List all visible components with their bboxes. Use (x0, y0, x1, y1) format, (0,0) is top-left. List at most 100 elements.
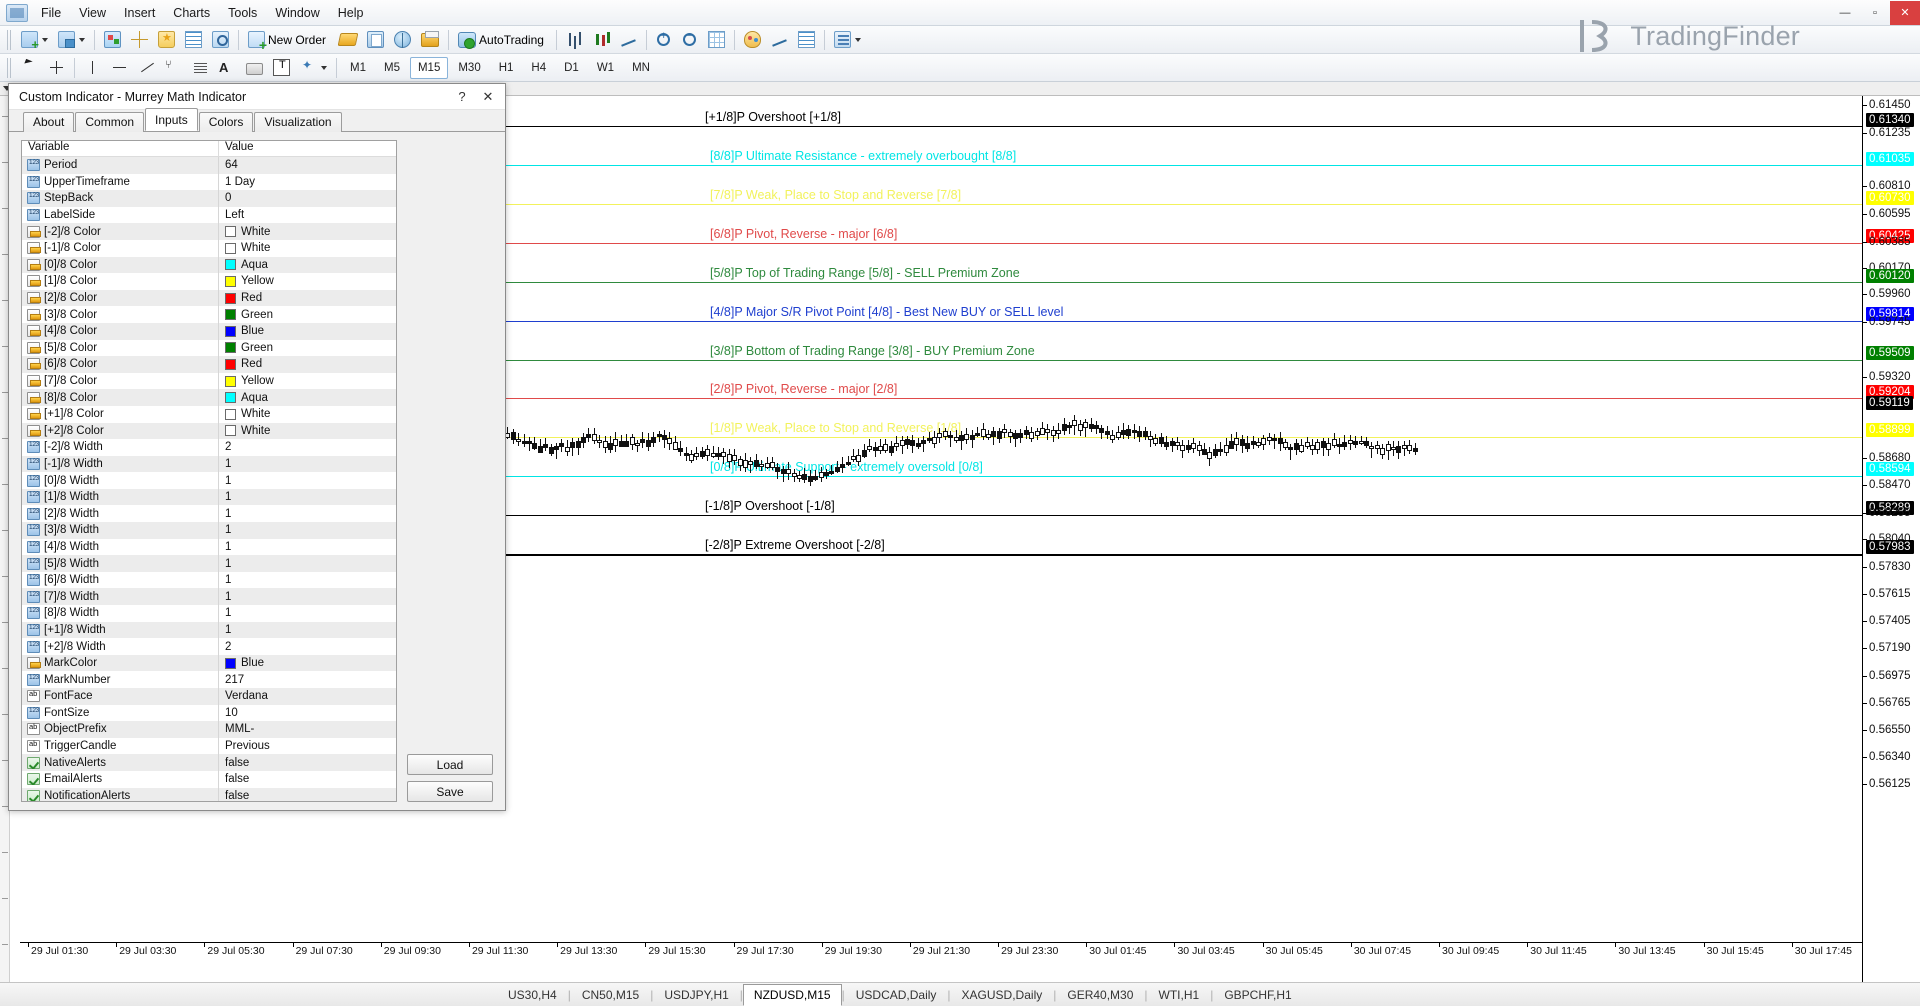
param-value-cell[interactable]: Yellow (218, 273, 396, 290)
input-row[interactable]: FontFaceVerdana (22, 688, 396, 705)
param-value-cell[interactable]: 1 (218, 605, 396, 622)
param-value-cell[interactable]: 1 (218, 472, 396, 489)
dialog-close-button[interactable]: ✕ (475, 86, 501, 108)
timeframe-d1[interactable]: D1 (556, 57, 587, 79)
new-chart-button[interactable] (17, 28, 52, 52)
param-value-cell[interactable]: Yellow (218, 373, 396, 390)
input-row[interactable]: [+1]/8 Width1 (22, 622, 396, 639)
timeframe-m5[interactable]: M5 (376, 57, 408, 79)
tab-visualization[interactable]: Visualization (254, 112, 341, 132)
indicators-button[interactable] (100, 28, 125, 52)
param-value-cell[interactable]: White (218, 240, 396, 257)
chart-shift-button[interactable] (767, 28, 792, 52)
param-value-cell[interactable]: White (218, 223, 396, 240)
input-row[interactable]: TriggerCandlePrevious (22, 738, 396, 755)
timeframe-m30[interactable]: M30 (450, 57, 488, 79)
channel-button[interactable] (188, 56, 213, 80)
param-value-cell[interactable]: White (218, 423, 396, 440)
input-row[interactable]: NativeAlertsfalse (22, 754, 396, 771)
input-row[interactable]: [-1]/8 ColorWhite (22, 240, 396, 257)
menu-tools[interactable]: Tools (219, 2, 266, 24)
param-value-cell[interactable]: 1 (218, 456, 396, 473)
param-value-cell[interactable]: Previous (218, 738, 396, 755)
param-value-cell[interactable]: 1 (218, 555, 396, 572)
time-scale[interactable]: 29 Jul 01:3029 Jul 03:3029 Jul 05:3029 J… (20, 942, 1862, 958)
param-value-cell[interactable]: 1 (218, 505, 396, 522)
param-value-cell[interactable]: 2 (218, 638, 396, 655)
price-scale[interactable]: 0.616460.614500.613400.612350.610350.608… (1862, 96, 1920, 982)
maximize-button[interactable]: ▫ (1860, 1, 1890, 25)
param-value-cell[interactable]: 1 Day (218, 174, 396, 191)
menu-charts[interactable]: Charts (164, 2, 219, 24)
auto-scroll-button[interactable] (794, 28, 819, 52)
load-button[interactable]: Load (407, 754, 493, 775)
grid-button[interactable] (704, 28, 729, 52)
new-order-button[interactable]: New Order (244, 28, 333, 52)
input-row[interactable]: [4]/8 Width1 (22, 539, 396, 556)
input-row[interactable]: [+1]/8 ColorWhite (22, 406, 396, 423)
input-row[interactable]: NotificationAlertsfalse (22, 788, 396, 802)
input-row[interactable]: EmailAlertsfalse (22, 771, 396, 788)
print-button[interactable] (417, 28, 443, 52)
input-row[interactable]: [-2]/8 ColorWhite (22, 223, 396, 240)
input-row[interactable]: [1]/8 ColorYellow (22, 273, 396, 290)
param-value-cell[interactable]: Red (218, 290, 396, 307)
horizontal-line-button[interactable] (107, 56, 132, 80)
input-row[interactable]: [5]/8 ColorGreen (22, 340, 396, 357)
timeframe-w1[interactable]: W1 (589, 57, 622, 79)
candlestick-chart-button[interactable] (589, 28, 614, 52)
param-value-cell[interactable]: 1 (218, 489, 396, 506)
input-row[interactable]: [8]/8 ColorAqua (22, 389, 396, 406)
dialog-title-bar[interactable]: Custom Indicator - Murrey Math Indicator… (9, 84, 505, 110)
param-value-cell[interactable]: 217 (218, 671, 396, 688)
input-row[interactable]: Period64 (22, 157, 396, 174)
timeframe-mn[interactable]: MN (624, 57, 658, 79)
input-row[interactable]: [1]/8 Width1 (22, 489, 396, 506)
input-row[interactable]: [7]/8 ColorYellow (22, 373, 396, 390)
param-value-cell[interactable]: Green (218, 306, 396, 323)
color-palette-button[interactable] (740, 28, 765, 52)
menu-insert[interactable]: Insert (115, 2, 164, 24)
param-value-cell[interactable]: 0 (218, 190, 396, 207)
toolbar-grip[interactable] (7, 58, 13, 78)
shapes-button[interactable] (296, 56, 331, 80)
param-value-cell[interactable]: 2 (218, 439, 396, 456)
chart-tab[interactable]: USDCAD,Daily (845, 984, 948, 1006)
inputs-grid[interactable]: Variable Value Period64UpperTimeframe1 D… (21, 140, 397, 802)
menu-view[interactable]: View (70, 2, 115, 24)
trendline-button[interactable] (134, 56, 159, 80)
input-row[interactable]: [4]/8 ColorBlue (22, 323, 396, 340)
input-row[interactable]: [8]/8 Width1 (22, 605, 396, 622)
param-value-cell[interactable]: Green (218, 340, 396, 357)
param-value-cell[interactable]: false (218, 771, 396, 788)
param-value-cell[interactable]: false (218, 788, 396, 802)
signals-button[interactable] (390, 28, 415, 52)
param-value-cell[interactable]: Left (218, 207, 396, 224)
param-value-cell[interactable]: 1 (218, 539, 396, 556)
input-row[interactable]: [+2]/8 Width2 (22, 638, 396, 655)
tab-colors[interactable]: Colors (199, 112, 254, 132)
menu-file[interactable]: File (32, 2, 70, 24)
tab-about[interactable]: About (23, 112, 74, 132)
param-value-cell[interactable]: Aqua (218, 257, 396, 274)
input-row[interactable]: [7]/8 Width1 (22, 588, 396, 605)
chart-tab[interactable]: WTI,H1 (1148, 984, 1211, 1006)
input-row[interactable]: [6]/8 Width1 (22, 572, 396, 589)
param-value-cell[interactable]: MML- (218, 721, 396, 738)
data-window-button[interactable] (208, 28, 233, 52)
param-value-cell[interactable]: 1 (218, 522, 396, 539)
input-row[interactable]: [0]/8 Width1 (22, 472, 396, 489)
param-value-cell[interactable]: Aqua (218, 389, 396, 406)
chart-tab[interactable]: GER40,M30 (1056, 984, 1144, 1006)
close-button[interactable]: ✕ (1890, 1, 1920, 25)
input-row[interactable]: [2]/8 ColorRed (22, 290, 396, 307)
input-row[interactable]: UpperTimeframe1 Day (22, 174, 396, 191)
chart-tab[interactable]: US30,H4 (497, 984, 568, 1006)
input-row[interactable]: LabelSideLeft (22, 207, 396, 224)
tag-button[interactable] (335, 28, 361, 52)
report-button[interactable] (363, 28, 388, 52)
input-row[interactable]: StepBack0 (22, 190, 396, 207)
vertical-line-button[interactable] (80, 56, 105, 80)
toolbar-grip[interactable] (7, 30, 13, 50)
tab-common[interactable]: Common (75, 112, 144, 132)
